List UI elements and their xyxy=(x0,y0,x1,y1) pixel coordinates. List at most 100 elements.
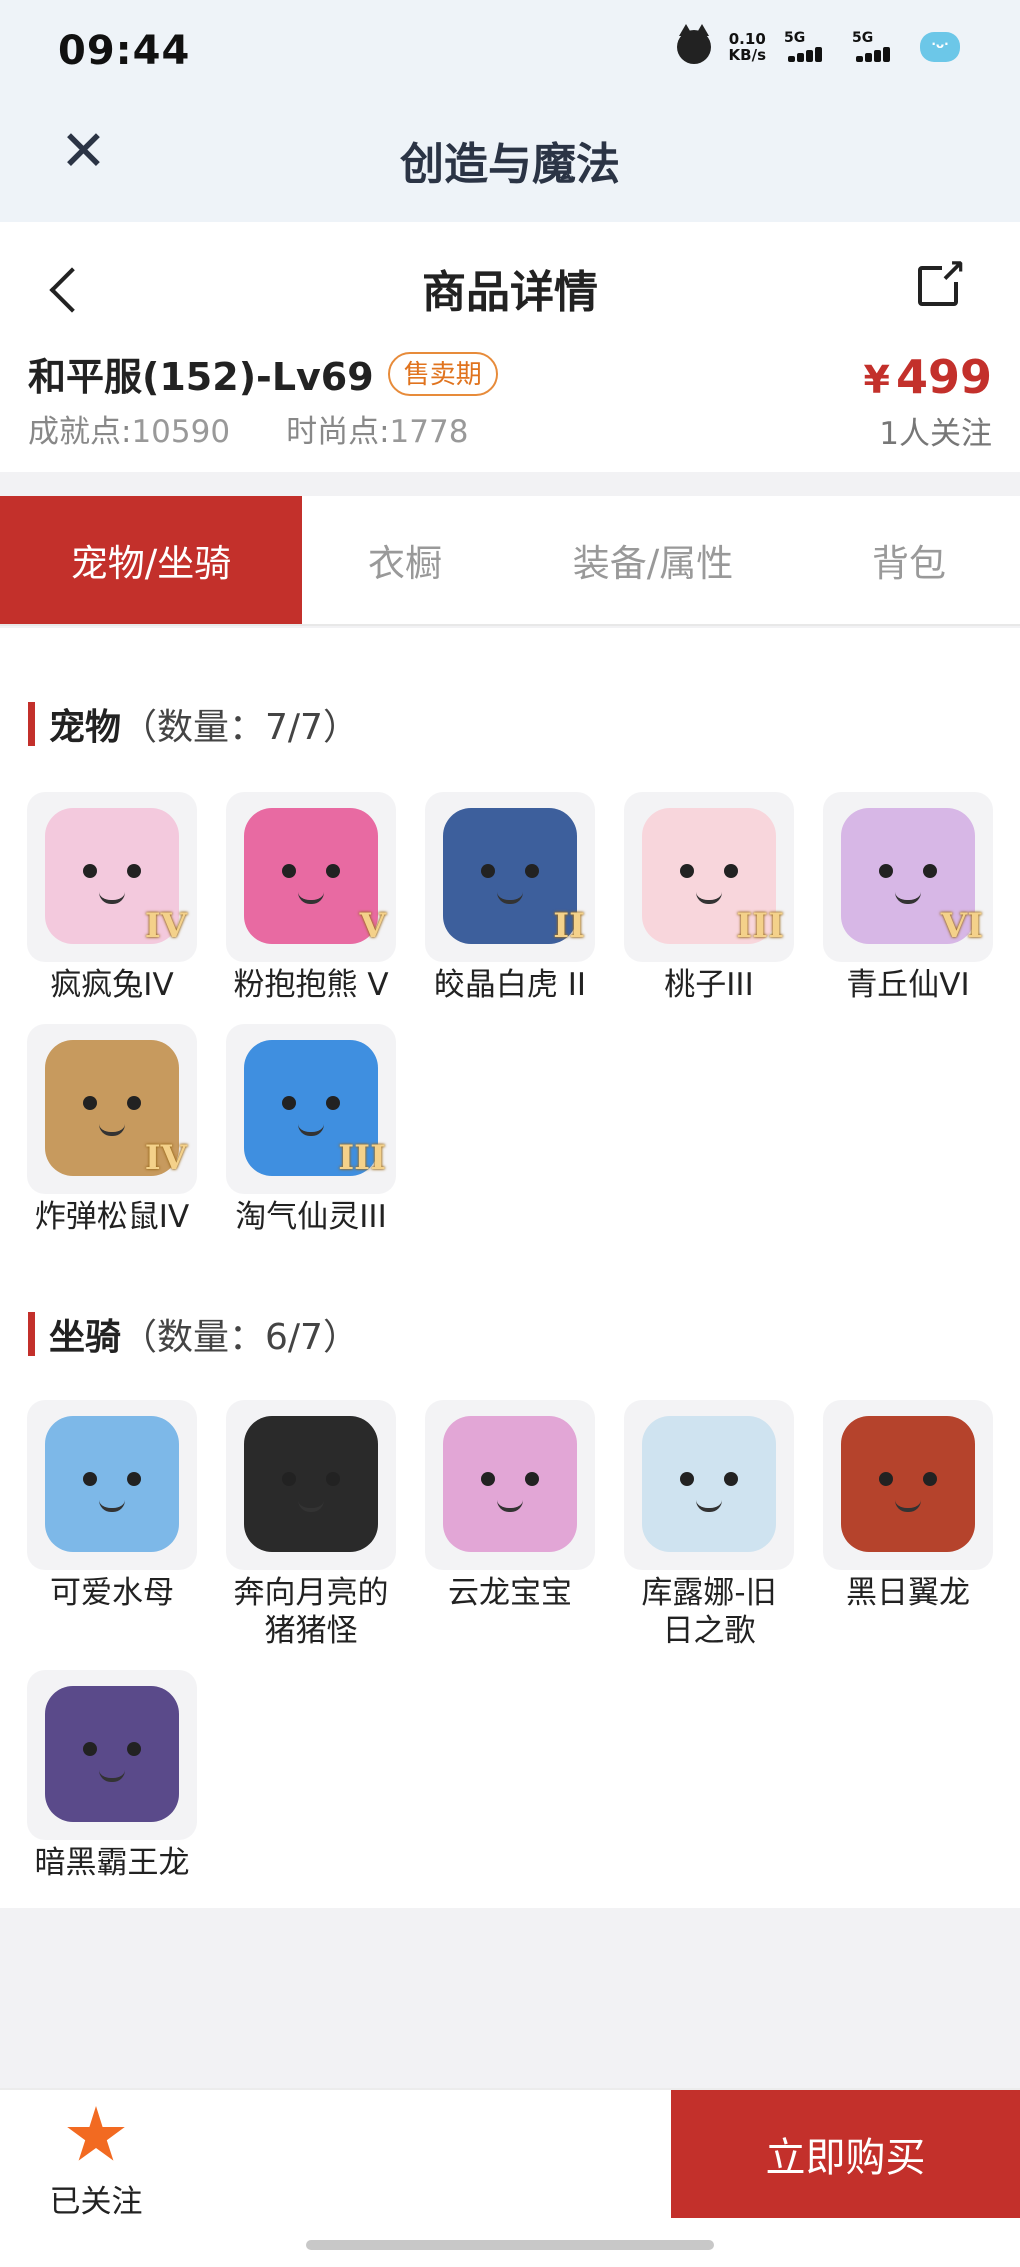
item-name-label: 云龙宝宝 xyxy=(448,1575,572,1611)
price-value: 499 xyxy=(895,350,992,404)
creature-image xyxy=(443,1416,577,1552)
app-bar: ✕ 创造与魔法 xyxy=(0,110,1020,222)
item-thumbnail: III xyxy=(624,792,794,962)
item-name-label: 粉抱抱熊 V xyxy=(233,967,389,1003)
creature-image xyxy=(244,808,378,944)
home-indicator[interactable] xyxy=(306,2240,714,2250)
status-icons: 0.10 KB/s 5G 5G xyxy=(676,24,960,64)
tab-backpack[interactable]: 背包 xyxy=(798,496,1020,624)
creature-image xyxy=(841,1416,975,1552)
rank-badge: IV xyxy=(144,906,187,946)
rank-badge: IV xyxy=(144,1138,187,1178)
item-stats: 成就点:10590 时尚点:1778 xyxy=(28,406,468,451)
item-thumbnail: III xyxy=(226,1024,396,1194)
list-item[interactable]: 云龙宝宝 xyxy=(424,1400,596,1650)
net-type-2: 5G xyxy=(852,30,874,46)
item-name-label: 淘气仙灵III xyxy=(235,1199,387,1235)
mounts-title: 坐骑 xyxy=(49,1317,122,1358)
share-icon[interactable] xyxy=(918,252,966,306)
item-name-label: 暗黑霸王龙 xyxy=(34,1845,190,1881)
achievement-points: 成就点:10590 xyxy=(28,406,230,451)
cat-app-icon xyxy=(676,24,711,64)
item-thumbnail: VI xyxy=(823,792,993,962)
status-time: 09:44 xyxy=(58,28,191,74)
item-name-label: 皎晶白虎 II xyxy=(433,967,587,1003)
product-header: 商品详情 和平服(152)-Lv69 售卖期 成就点:10590 时尚点:177… xyxy=(0,222,1020,472)
follower-count: 1人关注 xyxy=(879,416,992,452)
content-panel: 宠物 （数量：7/7） IV 疯疯兔IV V 粉抱抱熊 V II 皎晶白虎 II III 桃子I… xyxy=(0,628,1020,1908)
tab-wardrobe[interactable]: 衣橱 xyxy=(302,496,508,624)
fashion-value: 1778 xyxy=(389,414,469,450)
achievement-value: 10590 xyxy=(131,414,231,450)
pets-count: （数量：7/7） xyxy=(121,707,359,748)
mounts-grid: 可爱水母 奔向月亮的猪猪怪 云龙宝宝 库露娜-旧日之歌 黑日翼龙暗黑霸王龙 xyxy=(26,1400,996,1882)
mounts-section-title: 坐骑 （数量：6/7） xyxy=(28,1308,359,1360)
pets-grid: IV 疯疯兔IV V 粉抱抱熊 V II 皎晶白虎 II III 桃子III VI 青丘仙VI IV… xyxy=(26,792,996,1236)
rank-badge: VI xyxy=(940,906,983,946)
fashion-label: 时尚点: xyxy=(286,414,390,450)
item-title-row: 和平服(152)-Lv69 售卖期 xyxy=(28,346,498,401)
list-item[interactable]: 库露娜-旧日之歌 xyxy=(623,1400,795,1650)
page-title: 商品详情 xyxy=(422,267,598,318)
tab-bar: 宠物/坐骑 衣橱 装备/属性 背包 xyxy=(0,496,1020,626)
item-name: 和平服(152)-Lv69 xyxy=(28,355,374,399)
pets-title: 宠物 xyxy=(49,707,122,748)
follow-button[interactable]: 已关注 xyxy=(44,2106,148,2221)
list-item[interactable]: 黑日翼龙 xyxy=(822,1400,994,1650)
list-item[interactable]: IV 疯疯兔IV xyxy=(26,792,198,1004)
item-name-label: 黑日翼龙 xyxy=(846,1575,970,1611)
pets-section-title: 宠物 （数量：7/7） xyxy=(28,698,359,750)
star-icon xyxy=(67,2106,125,2161)
status-bar: 09:44 0.10 KB/s 5G 5G xyxy=(0,0,1020,110)
list-item[interactable]: 奔向月亮的猪猪怪 xyxy=(225,1400,397,1650)
item-thumbnail xyxy=(624,1400,794,1570)
rank-badge: III xyxy=(736,906,784,946)
status-badge: 售卖期 xyxy=(387,351,498,396)
rank-badge: II xyxy=(553,906,585,946)
item-name-label: 奔向月亮的猪猪怪 xyxy=(233,1575,389,1649)
fashion-points: 时尚点:1778 xyxy=(286,406,468,451)
item-name-label: 库露娜-旧日之歌 xyxy=(641,1575,777,1649)
network-speed-value: 0.10 xyxy=(728,30,766,48)
creature-image xyxy=(642,1416,776,1552)
item-thumbnail xyxy=(226,1400,396,1570)
item-thumbnail xyxy=(27,1400,197,1570)
list-item[interactable]: VI 青丘仙VI xyxy=(822,792,994,1004)
tab-pets-mounts[interactable]: 宠物/坐骑 xyxy=(0,496,302,624)
item-thumbnail: IV xyxy=(27,1024,197,1194)
tab-equipment[interactable]: 装备/属性 xyxy=(508,496,798,624)
item-thumbnail: IV xyxy=(27,792,197,962)
item-name-label: 疯疯兔IV xyxy=(50,967,174,1003)
signal-icon-2: 5G xyxy=(852,30,902,64)
list-item[interactable]: III 桃子III xyxy=(623,792,795,1004)
network-speed: 0.10 KB/s xyxy=(729,31,766,63)
item-thumbnail xyxy=(425,1400,595,1570)
list-item[interactable]: IV 炸弹松鼠IV xyxy=(26,1024,198,1236)
price: ¥499 xyxy=(864,350,992,404)
bottom-bar: 已关注 立即购买 xyxy=(0,2088,1020,2267)
item-name-label: 桃子III xyxy=(664,967,754,1003)
list-item[interactable]: 暗黑霸王龙 xyxy=(26,1670,198,1882)
item-thumbnail: V xyxy=(226,792,396,962)
list-item[interactable]: III 淘气仙灵III xyxy=(225,1024,397,1236)
creature-image xyxy=(45,1416,179,1552)
rank-badge: V xyxy=(359,906,386,946)
item-name-label: 炸弹松鼠IV xyxy=(34,1199,190,1235)
item-thumbnail: II xyxy=(425,792,595,962)
buy-now-button[interactable]: 立即购买 xyxy=(671,2090,1020,2218)
item-thumbnail xyxy=(823,1400,993,1570)
price-currency: ¥ xyxy=(863,358,890,402)
creature-image xyxy=(244,1416,378,1552)
net-type-1: 5G xyxy=(784,30,806,46)
mounts-count: （数量：6/7） xyxy=(121,1317,359,1358)
rank-badge: III xyxy=(338,1138,386,1178)
list-item[interactable]: V 粉抱抱熊 V xyxy=(225,792,397,1004)
item-thumbnail xyxy=(27,1670,197,1840)
list-item[interactable]: 可爱水母 xyxy=(26,1400,198,1650)
app-title: 创造与魔法 xyxy=(400,139,620,190)
item-name-label: 青丘仙VI xyxy=(846,967,970,1003)
achievement-label: 成就点: xyxy=(28,414,132,450)
creature-image xyxy=(45,1686,179,1822)
list-item[interactable]: II 皎晶白虎 II xyxy=(424,792,596,1004)
signal-icon-1: 5G xyxy=(784,30,834,64)
